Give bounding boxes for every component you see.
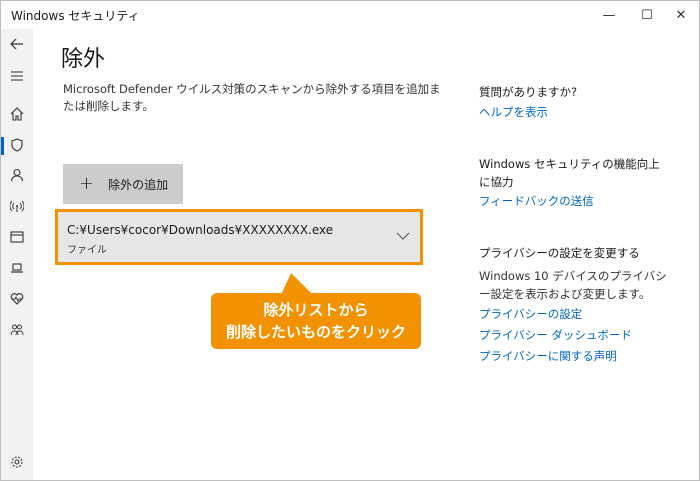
family-icon[interactable] bbox=[1, 317, 33, 343]
privacy-dashboard-link[interactable]: プライバシー ダッシュボード bbox=[479, 326, 679, 344]
account-icon[interactable] bbox=[1, 162, 33, 188]
privacy-heading: プライバシーの設定を変更する bbox=[479, 246, 640, 260]
nav-rail bbox=[1, 29, 33, 480]
improve-heading: Windows セキュリティの機能向上に協力 bbox=[479, 157, 660, 189]
instruction-callout: 除外リストから 削除したいものをクリック bbox=[211, 293, 421, 349]
privacy-description: Windows 10 デバイスのプライバシー設定を表示および変更します。 bbox=[479, 269, 667, 301]
home-icon[interactable] bbox=[1, 101, 33, 127]
plus-icon: + bbox=[79, 173, 95, 194]
exclusion-list-item[interactable]: C:¥Users¥cocor¥Downloads¥XXXXXXXX.exe ファ… bbox=[55, 209, 423, 265]
maximize-button[interactable]: ☐ bbox=[629, 1, 665, 29]
questions-heading: 質問がありますか? bbox=[479, 85, 578, 99]
close-button[interactable]: ✕ bbox=[663, 1, 699, 29]
callout-line-2: 削除したいものをクリック bbox=[225, 323, 406, 341]
add-exclusion-button[interactable]: + 除外の追加 bbox=[63, 164, 183, 204]
exclusion-type: ファイル bbox=[67, 245, 107, 256]
page-description: Microsoft Defender ウイルス対策のスキャンから除外する項目を追… bbox=[63, 82, 441, 113]
privacy-settings-link[interactable]: プライバシーの設定 bbox=[479, 305, 679, 323]
settings-gear-icon[interactable] bbox=[1, 449, 33, 475]
shield-icon[interactable] bbox=[1, 132, 33, 158]
app-browser-icon[interactable] bbox=[1, 224, 33, 250]
privacy-statement-link[interactable]: プライバシーに関する声明 bbox=[479, 347, 679, 365]
health-heart-icon[interactable] bbox=[1, 286, 33, 312]
add-exclusion-label: 除外の追加 bbox=[108, 177, 169, 192]
wifi-antenna-icon[interactable] bbox=[1, 193, 33, 219]
help-link[interactable]: ヘルプを表示 bbox=[479, 103, 679, 121]
exclusion-path: C:¥Users¥cocor¥Downloads¥XXXXXXXX.exe bbox=[67, 223, 334, 237]
hamburger-menu-icon[interactable] bbox=[1, 63, 33, 89]
back-arrow-icon[interactable] bbox=[1, 31, 33, 57]
callout-line-1: 除外リストから bbox=[263, 301, 369, 319]
chevron-down-icon[interactable] bbox=[396, 229, 410, 243]
window-title: Windows セキュリティ bbox=[11, 9, 140, 23]
feedback-link[interactable]: フィードバックの送信 bbox=[479, 192, 679, 210]
device-laptop-icon[interactable] bbox=[1, 255, 33, 281]
callout-pointer bbox=[281, 273, 313, 295]
minimize-button[interactable]: — bbox=[591, 1, 627, 29]
page-title: 除外 bbox=[61, 47, 106, 72]
title-bar: Windows セキュリティ — ☐ ✕ bbox=[1, 1, 699, 29]
